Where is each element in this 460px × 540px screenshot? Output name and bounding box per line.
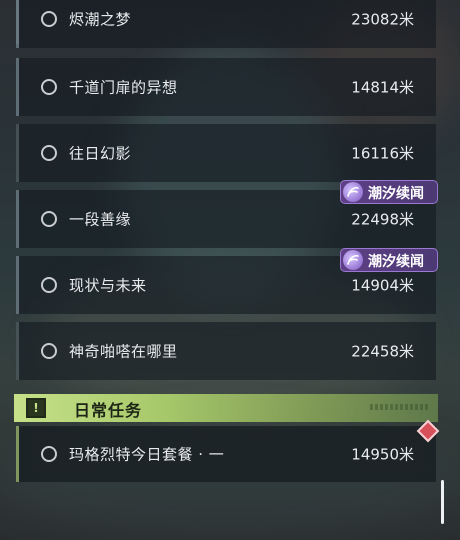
tide-event-badge[interactable]: 潮汐续闻 <box>340 180 438 204</box>
section-decoration <box>370 404 430 410</box>
quest-status-icon <box>41 145 57 161</box>
quest-status-icon <box>41 277 57 293</box>
scrollbar-thumb[interactable] <box>441 480 444 524</box>
quest-status-icon <box>41 11 57 27</box>
quest-name: 玛格烈特今日套餐 · 一 <box>69 445 225 464</box>
tide-badge-label: 潮汐续闻 <box>368 186 424 202</box>
quest-status-icon <box>41 343 57 359</box>
quest-distance: 22498米 <box>351 210 414 229</box>
tide-event-badge[interactable]: 潮汐续闻 <box>340 248 438 272</box>
quest-name: 神奇啪嗒在哪里 <box>69 342 178 361</box>
quest-row[interactable]: 千道门扉的异想 14814米 <box>16 58 436 116</box>
tide-swirl-icon <box>343 182 363 202</box>
quest-name: 烬潮之梦 <box>69 10 132 29</box>
quest-row[interactable]: 神奇啪嗒在哪里 22458米 <box>16 322 436 380</box>
quest-distance: 16116米 <box>351 144 414 163</box>
daily-section-header[interactable]: ! 日常任务 <box>14 394 438 422</box>
quest-name: 一段善缘 <box>69 210 132 229</box>
quest-row[interactable]: 烬潮之梦 23082米 <box>16 0 436 48</box>
tide-badge-label: 潮汐续闻 <box>368 254 424 270</box>
alert-icon: ! <box>26 398 46 418</box>
quest-distance: 23082米 <box>351 10 414 29</box>
quest-row[interactable]: 往日幻影 16116米 <box>16 124 436 182</box>
quest-status-icon <box>41 211 57 227</box>
quest-name: 千道门扉的异想 <box>69 78 178 97</box>
quest-status-icon <box>41 446 57 462</box>
quest-name: 往日幻影 <box>69 144 132 163</box>
quest-distance: 22458米 <box>351 342 414 361</box>
quest-name: 现状与未来 <box>69 276 147 295</box>
section-title: 日常任务 <box>74 401 143 420</box>
daily-quest-row[interactable]: 玛格烈特今日套餐 · 一 14950米 <box>16 426 436 482</box>
quest-distance: 14950米 <box>351 445 414 464</box>
quest-list: 烬潮之梦 23082米 千道门扉的异想 14814米 往日幻影 16116米 一… <box>0 0 460 540</box>
quest-distance: 14814米 <box>351 78 414 97</box>
tide-swirl-icon <box>343 250 363 270</box>
quest-status-icon <box>41 79 57 95</box>
quest-distance: 14904米 <box>351 276 414 295</box>
